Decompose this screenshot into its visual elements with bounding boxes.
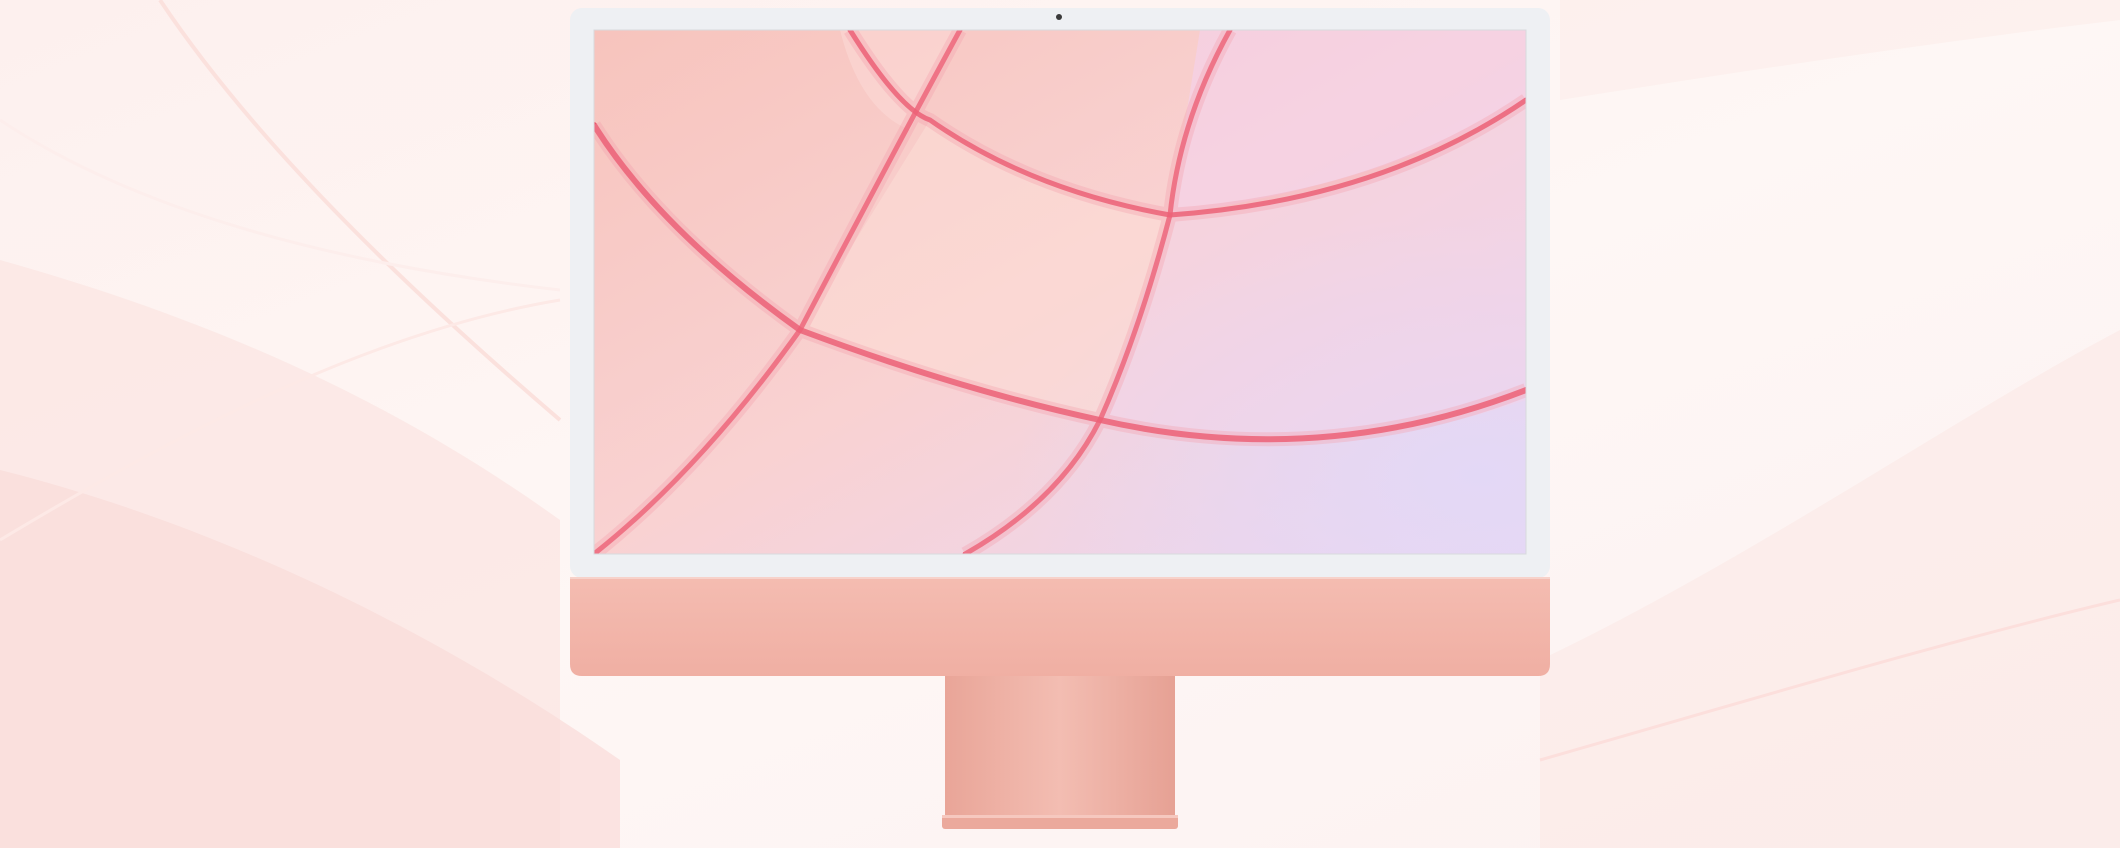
product-hero xyxy=(0,0,2120,848)
imac xyxy=(0,0,2120,848)
camera-icon xyxy=(1056,14,1062,20)
imac-illustration xyxy=(570,8,1550,829)
chin xyxy=(570,578,1550,676)
stand xyxy=(945,676,1175,815)
screen xyxy=(594,30,1526,554)
